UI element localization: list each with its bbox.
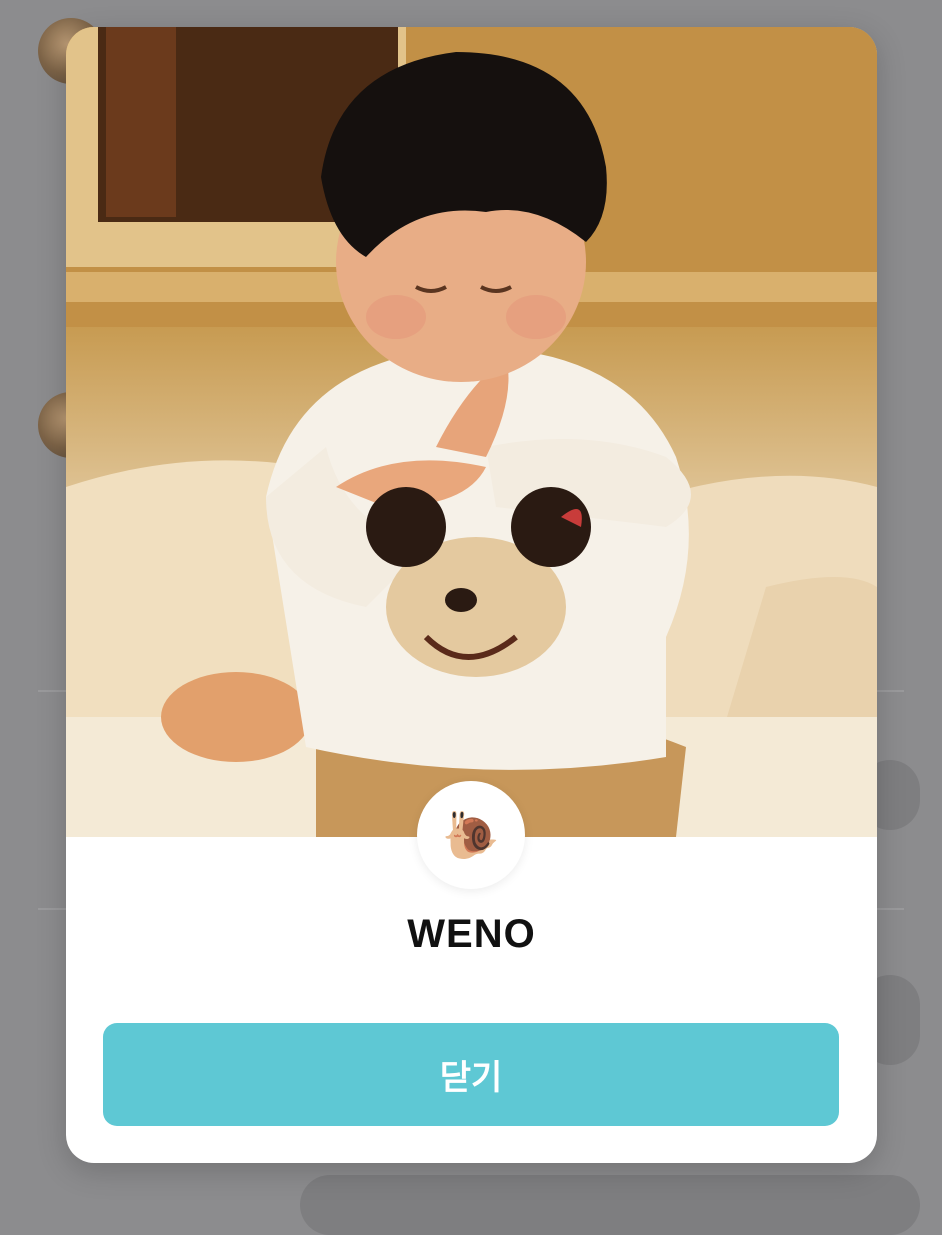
snail-icon: 🐌 (442, 809, 500, 861)
background-block (300, 1175, 920, 1235)
profile-photo (66, 27, 877, 837)
profile-modal: 🐌 WENO 닫기 (66, 27, 877, 1163)
profile-emoji-avatar: 🐌 (417, 781, 525, 889)
close-button[interactable]: 닫기 (103, 1023, 839, 1126)
profile-name: WENO (407, 912, 536, 956)
